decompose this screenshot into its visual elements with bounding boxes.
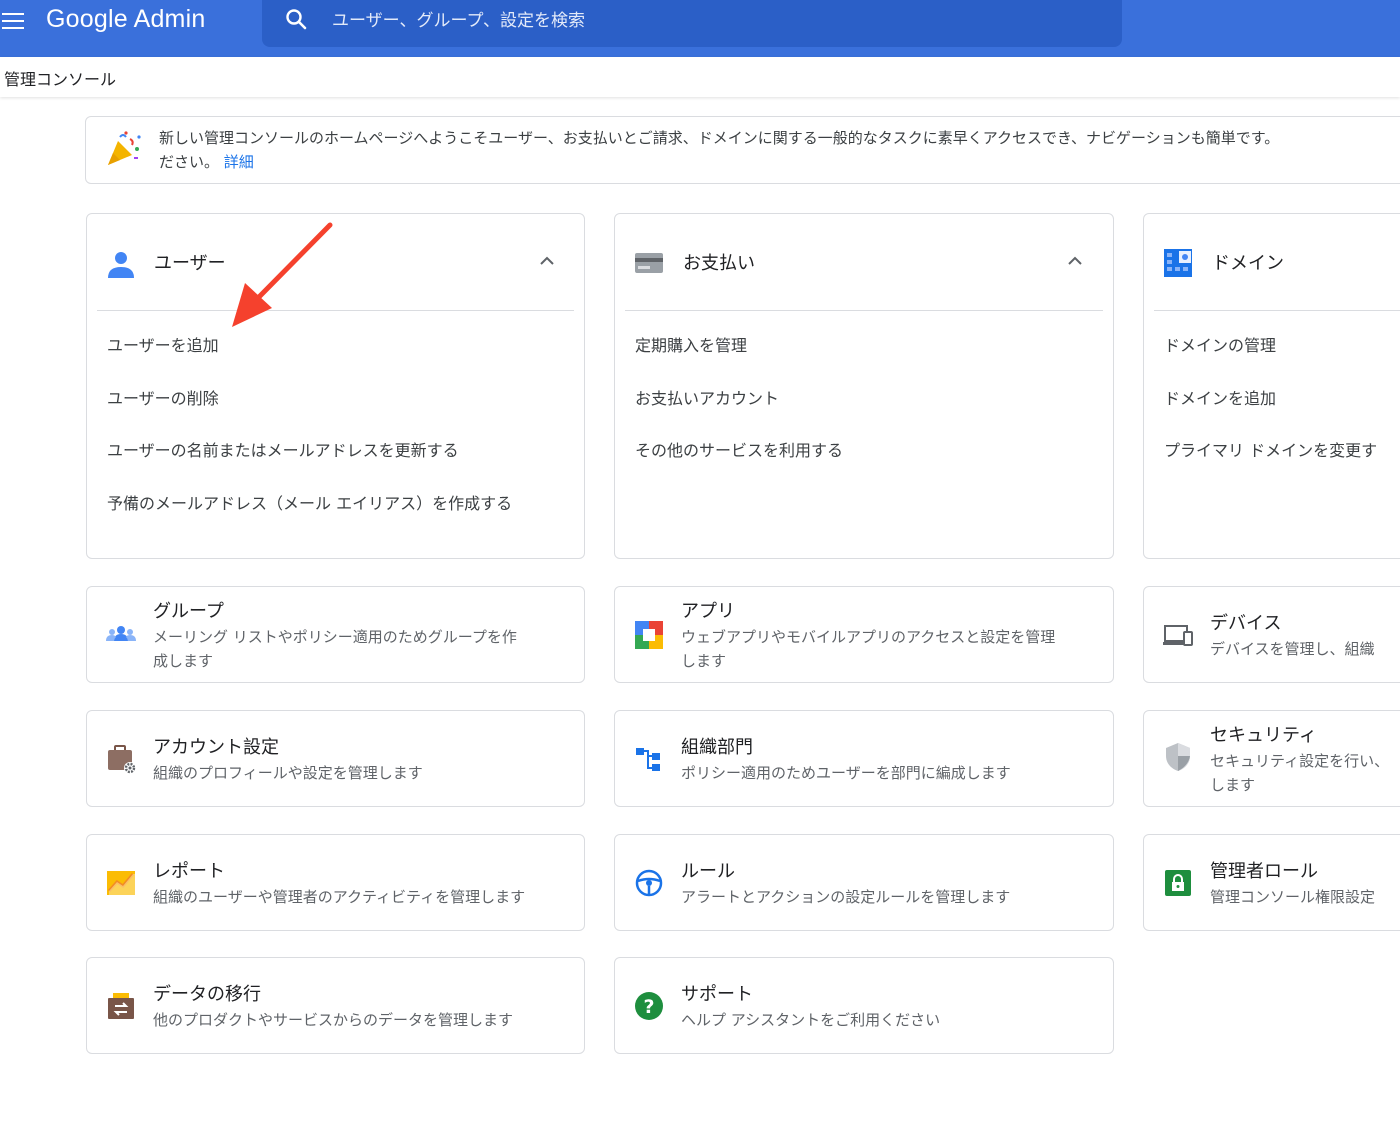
tile-title: サポート [681,984,753,1005]
domain-building-icon [1164,249,1192,277]
tile-description: 組織のユーザーや管理者のアクティビティを管理します [153,888,526,906]
tile-title: デバイス [1210,613,1282,634]
tile-title: データの移行 [153,984,261,1005]
card-divider [1154,310,1400,311]
reports-tile[interactable]: レポート 組織のユーザーや管理者のアクティビティを管理します [86,834,585,931]
manage-subscriptions-link[interactable]: 定期購入を管理 [635,332,747,356]
chevron-up-icon[interactable] [537,251,557,271]
security-shield-icon [1166,743,1190,771]
learn-more-link[interactable]: 詳細 [224,153,254,171]
tile-description: メーリング リストやポリシー適用のためグループを作 [153,628,517,646]
devices-icon [1163,625,1193,646]
tile-description-2: します [681,652,727,670]
search-bar[interactable] [262,0,1122,47]
tile-title: ルール [681,861,735,882]
search-icon[interactable] [284,7,308,31]
account-settings-tile[interactable]: アカウント設定 組織のプロフィールや設定を管理します [86,710,585,807]
tile-description-2: します [1210,776,1256,794]
tile-title: セキュリティ [1210,725,1317,746]
card-divider [97,310,574,311]
credit-card-icon [635,253,663,273]
tile-description: ポリシー適用のためユーザーを部門に編成します [681,764,1011,782]
breadcrumb-bar: 管理コンソール [0,57,1400,97]
banner-line-2: ださい。 [159,153,220,171]
tile-title: アプリ [681,601,735,622]
user-person-icon [108,252,134,278]
rules-tile[interactable]: ルール アラートとアクションの設定ルールを管理します [614,834,1114,931]
groups-icon [106,626,136,641]
update-user-name-link[interactable]: ユーザーの名前またはメールアドレスを更新する [107,437,459,461]
welcome-banner: 新しい管理コンソールのホームページへようこそユーザー、お支払いとご請求、ドメイン… [85,116,1400,184]
tile-description: アラートとアクションの設定ルールを管理します [681,888,1011,906]
reports-chart-icon [107,871,135,895]
billing-card-title: お支払い [683,253,755,274]
breadcrumb[interactable]: 管理コンソール [4,66,116,90]
data-migration-tile[interactable]: データの移行 他のプロダクトやサービスからのデータを管理します [86,957,585,1054]
party-popper-icon [108,131,141,165]
tile-description: デバイスを管理し、組織 [1210,640,1375,658]
tile-description-2: 成します [153,652,214,670]
add-domain-link[interactable]: ドメインを追加 [1164,385,1276,409]
users-card-title: ユーザー [154,253,226,274]
banner-text: 新しい管理コンソールのホームページへようこそユーザー、お支払いとご請求、ドメイン… [159,126,1400,174]
create-email-alias-link[interactable]: 予備のメールアドレス（メール エイリアス）を作成する [107,490,512,514]
tile-description: ヘルプ アシスタントをご利用ください [681,1011,941,1029]
security-tile[interactable]: セキュリティ セキュリティ設定を行い、 します [1143,710,1400,807]
apps-icon [635,621,663,649]
tile-title: 管理者ロール [1210,861,1318,882]
domain-card-title: ドメイン [1212,253,1284,274]
tile-title: 組織部門 [681,737,753,758]
change-primary-domain-link[interactable]: プライマリ ドメインを変更す [1164,437,1377,461]
users-card: ユーザー ユーザーを追加 ユーザーの削除 ユーザーの名前またはメールアドレスを更… [86,213,585,559]
domain-card: ドメイン ドメインの管理 ドメインを追加 プライマリ ドメインを変更す [1143,213,1400,559]
tile-description: セキュリティ設定を行い、 [1210,752,1390,770]
groups-tile[interactable]: グループ メーリング リストやポリシー適用のためグループを作 成します [86,586,585,683]
tile-description: 他のプロダクトやサービスからのデータを管理します [153,1011,514,1029]
manage-domains-link[interactable]: ドメインの管理 [1164,332,1276,356]
add-user-link[interactable]: ユーザーを追加 [107,332,219,356]
support-help-icon: ? [635,992,663,1020]
support-tile[interactable]: ? サポート ヘルプ アシスタントをご利用ください [614,957,1114,1054]
svg-text:?: ? [643,996,654,1018]
tile-description: 組織のプロフィールや設定を管理します [153,764,423,782]
devices-tile[interactable]: デバイス デバイスを管理し、組織 [1143,586,1400,683]
banner-line-1: 新しい管理コンソールのホームページへようこそユーザー、お支払いとご請求、ドメイン… [159,129,1280,147]
other-services-link[interactable]: その他のサービスを利用する [635,437,843,461]
search-input[interactable] [330,6,1094,36]
top-app-bar: Google Admin [0,0,1400,57]
data-migration-icon [108,993,134,1019]
org-units-tile[interactable]: 組織部門 ポリシー適用のためユーザーを部門に編成します [614,710,1114,807]
org-units-icon [636,748,660,771]
tile-description: ウェブアプリやモバイルアプリのアクセスと設定を管理 [681,628,1056,646]
admin-roles-lock-icon [1165,870,1191,896]
tile-title: レポート [153,861,225,882]
hamburger-menu-icon[interactable] [2,10,24,29]
google-admin-logo[interactable]: Google Admin [46,5,205,34]
card-divider [625,310,1103,311]
apps-tile[interactable]: アプリ ウェブアプリやモバイルアプリのアクセスと設定を管理 します [614,586,1114,683]
account-settings-icon [108,745,136,774]
delete-user-link[interactable]: ユーザーの削除 [107,385,219,409]
tile-title: グループ [153,601,224,622]
chevron-up-icon[interactable] [1065,251,1085,271]
billing-card: お支払い 定期購入を管理 お支払いアカウント その他のサービスを利用する [614,213,1114,559]
billing-accounts-link[interactable]: お支払いアカウント [635,385,779,409]
tile-title: アカウント設定 [153,737,279,758]
rules-icon [635,869,663,897]
tile-description: 管理コンソール権限設定 [1210,888,1376,906]
admin-roles-tile[interactable]: 管理者ロール 管理コンソール権限設定 [1143,834,1400,931]
